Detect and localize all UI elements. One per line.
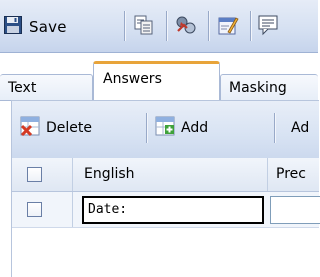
main-toolbar: Save (0, 0, 318, 53)
delete-button[interactable]: Delete (20, 114, 92, 142)
delete-icon (20, 116, 40, 140)
english-text-input[interactable]: Date: (82, 196, 264, 224)
tab-label: Answers (103, 71, 162, 87)
toolbar-separator (124, 11, 126, 41)
tab-masking[interactable]: Masking (220, 74, 318, 101)
tab-label: Text (8, 80, 37, 96)
toolbar-separator (208, 11, 210, 41)
add-button[interactable]: Add (155, 114, 208, 142)
answers-panel: Delete Add Ad English Prec Date: (11, 100, 320, 277)
tab-strip: Text Masking Answers (0, 60, 318, 101)
column-divider (72, 192, 73, 227)
edit-button[interactable] (217, 13, 243, 41)
save-icon (4, 16, 22, 38)
column-divider (72, 158, 73, 191)
save-label: Save (29, 18, 67, 36)
precode-input[interactable] (270, 196, 320, 224)
third-action-label: Ad (291, 120, 310, 136)
copy-button[interactable] (133, 13, 159, 41)
relation-icon (175, 14, 197, 40)
tab-label: Masking (229, 80, 287, 96)
add-label: Add (181, 120, 209, 136)
edit-icon (217, 14, 239, 40)
relation-button[interactable] (175, 13, 201, 41)
grid-header-row: English Prec (12, 158, 319, 192)
table-row: Date: (12, 192, 320, 228)
row-checkbox[interactable] (27, 202, 42, 217)
toolbar-separator (274, 113, 276, 143)
tab-answers[interactable]: Answers (93, 61, 220, 101)
column-divider (267, 158, 268, 191)
toolbar-separator (250, 11, 252, 41)
comment-icon (258, 14, 280, 40)
column-header-precode[interactable]: Prec (276, 166, 306, 182)
comment-button[interactable] (258, 13, 284, 41)
select-all-checkbox[interactable] (27, 167, 42, 182)
tab-text[interactable]: Text (0, 74, 93, 101)
answers-toolbar: Delete Add Ad (12, 101, 319, 159)
third-action-button[interactable]: Ad (291, 114, 309, 142)
column-header-english[interactable]: English (84, 166, 135, 182)
copy-icon (133, 14, 155, 40)
save-button[interactable]: Save (4, 13, 120, 41)
delete-label: Delete (46, 120, 92, 136)
toolbar-separator (166, 11, 168, 41)
toolbar-separator (146, 113, 148, 143)
add-row-icon (155, 116, 175, 140)
